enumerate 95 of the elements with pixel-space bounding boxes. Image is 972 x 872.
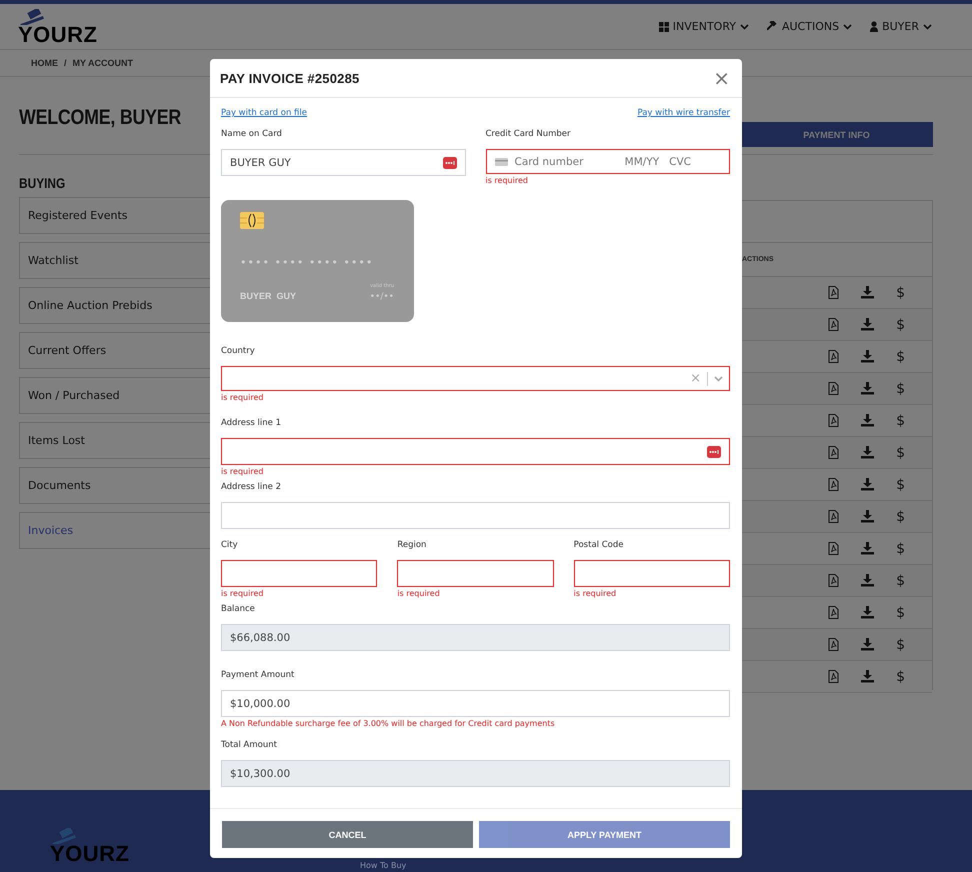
placeholder-text: Card number: [514, 156, 584, 168]
field-label: Total Amount: [221, 740, 278, 752]
error-message: is required: [397, 589, 441, 600]
credit-card-icon: [494, 156, 508, 166]
pdf-icon[interactable]: [828, 670, 840, 683]
payment-method-link[interactable]: Pay with wire transfer: [637, 108, 730, 118]
pdf-icon[interactable]: [828, 638, 840, 651]
logo-text: YOURZ: [18, 24, 98, 44]
pay-icon[interactable]: $: [896, 284, 905, 300]
pay-icon[interactable]: $: [896, 412, 905, 428]
pdf-icon[interactable]: [828, 350, 840, 363]
input-field[interactable]: $10,300.00: [221, 760, 730, 787]
download-icon[interactable]: [861, 510, 874, 523]
pay-icon[interactable]: $: [896, 604, 905, 620]
download-icon[interactable]: [861, 350, 874, 363]
chevron-down-icon: [714, 375, 723, 382]
pay-icon[interactable]: $: [896, 508, 905, 524]
section-heading: BUYING: [19, 175, 66, 191]
expiry-mask: ••/••: [370, 292, 394, 302]
pay-icon[interactable]: $: [896, 668, 905, 684]
pdf-icon[interactable]: [828, 318, 840, 331]
clear-icon[interactable]: ×: [690, 371, 701, 386]
pdf-icon[interactable]: [828, 286, 840, 299]
pay-icon[interactable]: $: [896, 444, 905, 460]
pdf-icon[interactable]: [828, 606, 840, 619]
breadcrumb-separator: /: [64, 58, 67, 68]
chip-icon: [240, 212, 264, 229]
autofill-key-icon[interactable]: [707, 446, 721, 458]
field-label: Payment Amount: [221, 670, 296, 682]
card-number-field[interactable]: Card number MM/YY CVC: [486, 149, 730, 174]
country-select[interactable]: ×: [221, 366, 730, 391]
pay-icon[interactable]: $: [896, 572, 905, 588]
input-field[interactable]: $10,000.00: [221, 690, 730, 717]
download-icon[interactable]: [861, 478, 874, 491]
cancel-button[interactable]: CANCEL: [222, 821, 473, 848]
autofill-key-icon[interactable]: [442, 156, 456, 168]
breadcrumb-link[interactable]: MY ACCOUNT: [72, 58, 134, 68]
payment-method-link[interactable]: Pay with card on file: [221, 108, 307, 118]
input-field[interactable]: [397, 560, 554, 587]
field-label: Postal Code: [574, 540, 624, 552]
download-icon[interactable]: [861, 414, 874, 427]
breadcrumb-link[interactable]: HOME: [31, 58, 58, 68]
error-message: is required: [574, 589, 618, 600]
download-icon[interactable]: [861, 382, 874, 395]
field-label: Balance: [221, 604, 256, 616]
download-icon[interactable]: [861, 446, 874, 459]
pay-icon[interactable]: $: [896, 476, 905, 492]
user-icon: [870, 21, 878, 32]
nav-menu[interactable]: AUCTIONS: [766, 20, 852, 33]
field-label: City: [221, 540, 239, 552]
pdf-icon[interactable]: [828, 414, 840, 427]
error-message: is required: [221, 589, 264, 600]
pay-icon[interactable]: $: [896, 540, 905, 556]
download-icon[interactable]: [861, 286, 874, 299]
field-label: Credit Card Number: [486, 129, 572, 141]
chevron-down-icon: [843, 23, 852, 30]
logo-text: YOURZ: [50, 844, 130, 864]
input-field[interactable]: $66,088.00: [221, 624, 730, 651]
footer-link[interactable]: How To Buy: [360, 861, 406, 870]
pay-icon[interactable]: $: [896, 636, 905, 652]
download-icon[interactable]: [861, 574, 874, 587]
close-button[interactable]: ×: [711, 68, 732, 88]
download-icon[interactable]: [861, 606, 874, 619]
nav-menu[interactable]: BUYER: [870, 20, 932, 33]
download-icon[interactable]: [861, 542, 874, 555]
modal-title: PAY INVOICE #250285: [220, 70, 360, 86]
download-icon[interactable]: [861, 670, 874, 683]
payment-info-button[interactable]: PAYMENT INFO: [740, 122, 933, 147]
nav-menu[interactable]: INVENTORY: [658, 20, 749, 33]
chevron-down-icon: [740, 23, 749, 30]
input-field[interactable]: [574, 560, 730, 587]
error-message: is required: [486, 176, 529, 187]
field-label: Name on Card: [221, 129, 283, 141]
pdf-icon[interactable]: [828, 542, 840, 555]
input-field[interactable]: [221, 438, 730, 465]
input-field[interactable]: BUYER GUY: [221, 149, 466, 176]
pdf-icon[interactable]: [828, 510, 840, 523]
placeholder-text: CVC: [669, 156, 691, 168]
chevron-down-icon: [923, 23, 932, 30]
welcome-heading: WELCOME, BUYER: [19, 106, 182, 130]
placeholder-text: MM/YY: [624, 156, 660, 168]
download-icon[interactable]: [861, 638, 874, 651]
gavel-icon: [766, 21, 778, 32]
surcharge-note: A Non Refundable surcharge fee of 3.00% will be charged for Credit card payments: [221, 719, 556, 728]
pdf-icon[interactable]: [828, 382, 840, 395]
field-label: Region: [397, 540, 428, 552]
grid-icon: [658, 22, 669, 32]
pdf-icon[interactable]: [828, 478, 840, 491]
pay-icon[interactable]: $: [896, 316, 905, 332]
download-icon[interactable]: [861, 318, 874, 331]
pdf-icon[interactable]: [828, 446, 840, 459]
pdf-icon[interactable]: [828, 574, 840, 587]
pay-icon[interactable]: $: [896, 348, 905, 364]
pay-icon[interactable]: $: [896, 380, 905, 396]
input-field[interactable]: [221, 560, 378, 587]
